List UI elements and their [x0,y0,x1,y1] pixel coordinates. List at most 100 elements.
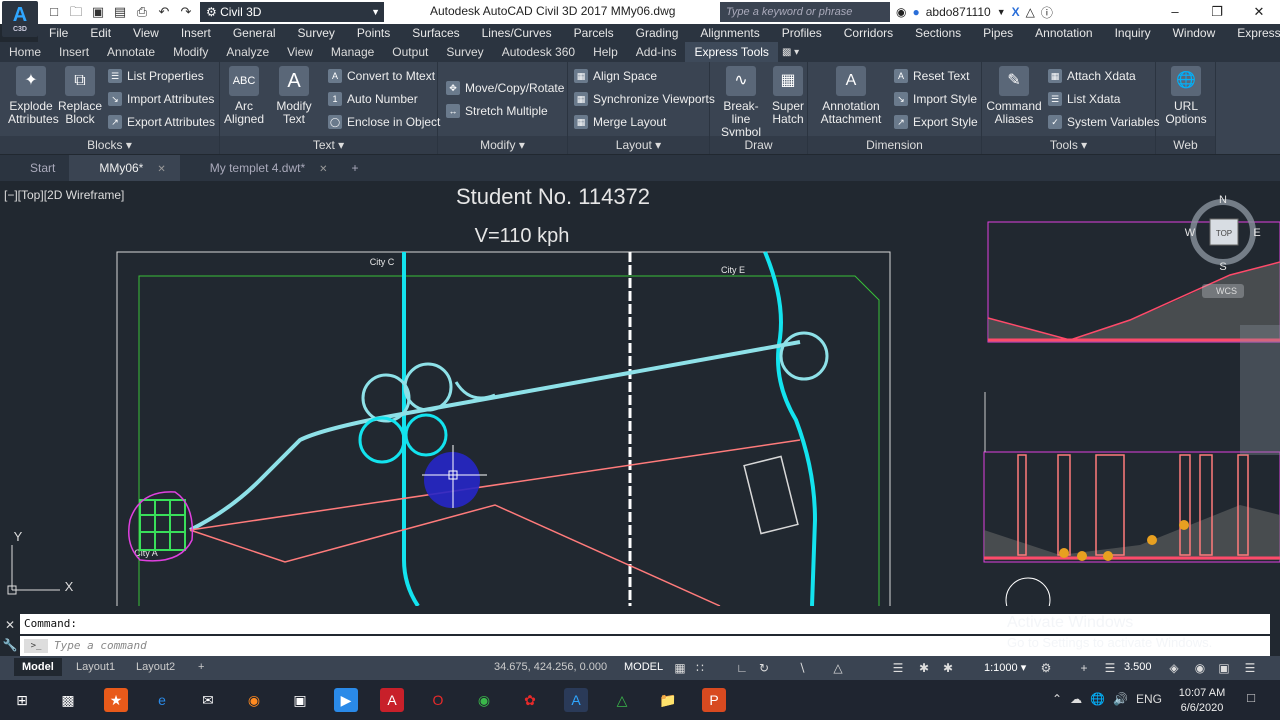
panel-title-dimension[interactable]: Dimension [808,136,981,154]
layout-tab-model[interactable]: Model [14,658,62,676]
settings-gear-icon[interactable]: ⚙ [1038,660,1054,676]
menu-lines-curves[interactable]: Lines/Curves [471,24,563,42]
chrome-icon[interactable]: ◉ [472,688,496,712]
app-icon-orange[interactable]: ★ [104,688,128,712]
system-variables-button[interactable]: ✓ System Variables [1048,112,1159,132]
lineweight-icon[interactable]: ☰ [890,660,906,676]
clean-screen-icon[interactable]: ▣ [1216,660,1232,676]
grid-icon[interactable]: ▦ [672,660,688,676]
menu-grading[interactable]: Grading [625,24,690,42]
arc-aligned-button[interactable]: ABC Arc Aligned [224,66,264,126]
menu-file[interactable]: File [38,24,79,42]
language-indicator[interactable]: ENG [1136,692,1162,706]
ortho-icon[interactable]: ∟ [734,660,750,676]
add-layout-plus-icon[interactable]: + [190,658,212,676]
volume-icon[interactable]: 🔊 [1113,692,1128,706]
export-style-button[interactable]: ↗ Export Style [894,112,978,132]
panel-title-web[interactable]: Web [1156,136,1215,154]
layout-tab-layout2[interactable]: Layout2 [128,658,183,676]
menu-profiles[interactable]: Profiles [771,24,833,42]
annotation-scale[interactable]: 1:1000 ▾ [984,661,1026,674]
hardware-accel-icon[interactable]: ◉ [1192,660,1208,676]
menu-general[interactable]: General [222,24,287,42]
panel-title-blocks[interactable]: Blocks ▾ [0,136,219,154]
close-icon[interactable]: ✕ [157,164,165,175]
tab-insert[interactable]: Insert [50,42,98,62]
user-account[interactable]: ◉ ● abdo871110 ▼ X △ ⓘ [896,2,1053,22]
merge-layout-button[interactable]: ▦ Merge Layout [574,112,666,132]
coordinate-readout[interactable]: 34.675, 424.256, 0.000 [494,661,607,673]
ribbon-toggle-icon[interactable]: ▩ ▾ [782,47,799,58]
auto-number-button[interactable]: 1 Auto Number [328,89,418,109]
civil3d-taskbar-icon[interactable]: A [564,688,588,712]
layers-icon[interactable]: ☰ [1102,660,1118,676]
open-folder-icon[interactable]: 🗀 [68,4,84,20]
app-logo-icon[interactable]: A C3D [2,1,38,37]
menu-pipes[interactable]: Pipes [972,24,1024,42]
attach-xdata-button[interactable]: ▦ Attach Xdata [1048,66,1136,86]
store-icon[interactable]: ▣ [288,688,312,712]
cloud-icon[interactable]: ☁ [1070,692,1082,706]
tab-home[interactable]: Home [0,42,50,62]
notification-icon[interactable]: □ [1242,690,1260,708]
lineweight-value[interactable]: 3.500 [1124,661,1152,673]
menu-annotation[interactable]: Annotation [1024,24,1103,42]
menu-edit[interactable]: Edit [79,24,122,42]
menu-parcels[interactable]: Parcels [563,24,625,42]
print-icon[interactable]: ⎙ [134,4,150,20]
import-attributes-button[interactable]: ↘ Import Attributes [108,89,214,109]
menu-sections[interactable]: Sections [904,24,972,42]
zoom-icon[interactable]: ▶ [334,688,358,712]
doc-tab-my-templet[interactable]: My templet 4.dwt* ✕ [180,155,342,181]
minimize-icon[interactable]: – [1154,0,1196,24]
close-icon[interactable]: ✕ [1238,0,1280,24]
panel-title-tools[interactable]: Tools ▾ [982,136,1155,154]
menu-inquiry[interactable]: Inquiry [1104,24,1162,42]
task-view-icon[interactable]: ▩ [56,688,80,712]
tab-express-tools[interactable]: Express Tools [685,42,778,62]
explode-attributes-button[interactable]: ✦ Explode Attributes [8,66,59,126]
edge-browser-icon[interactable]: e [150,688,174,712]
replace-block-button[interactable]: ⧉ Replace Block [58,66,102,126]
tab-output[interactable]: Output [383,42,437,62]
menu-express[interactable]: Express [1226,24,1280,42]
command-prompt-icon[interactable]: >_ [24,639,48,653]
binoculars-icon[interactable]: ◉ [896,5,906,19]
taskbar-clock[interactable]: 10:07 AM 6/6/2020 [1176,686,1228,716]
super-hatch-button[interactable]: ▦ Super Hatch [770,66,806,126]
save-as-icon[interactable]: ▤ [112,4,128,20]
export-attributes-button[interactable]: ↗ Export Attributes [108,112,215,132]
file-explorer-icon[interactable]: 📁 [656,688,680,712]
menu-alignments[interactable]: Alignments [689,24,770,42]
menu-corridors[interactable]: Corridors [833,24,904,42]
stretch-multiple-button[interactable]: ↔ Stretch Multiple [446,101,548,121]
panel-title-text[interactable]: Text ▾ [220,136,437,154]
annotation-attachment-button[interactable]: A Annotation Attachment [816,66,886,126]
polar-icon[interactable]: ↻ [756,660,772,676]
doc-tab-mmy06[interactable]: MMy06* ✕ [69,155,180,181]
drawing-canvas[interactable]: [−][Top][2D Wireframe] Student No. 11437… [0,181,1280,606]
menu-window[interactable]: Window [1162,24,1227,42]
maximize-icon[interactable]: ❐ [1196,0,1238,24]
command-aliases-button[interactable]: ✎ Command Aliases [984,66,1044,126]
app-icon-red[interactable]: ✿ [518,688,542,712]
panel-title-draw[interactable]: Draw [710,136,807,154]
synchronize-viewports-button[interactable]: ▦ Synchronize Viewports [574,89,715,109]
menu-surfaces[interactable]: Surfaces [401,24,470,42]
menu-insert[interactable]: Insert [170,24,222,42]
new-file-icon[interactable]: □ [46,4,62,20]
powerpoint-icon[interactable]: P [702,688,726,712]
panel-title-modify[interactable]: Modify ▾ [438,136,567,154]
menu-survey[interactable]: Survey [287,24,346,42]
undo-icon[interactable]: ↶ [156,4,172,20]
opera-icon[interactable]: O [426,688,450,712]
redo-icon[interactable]: ↷ [178,4,194,20]
tab-annotate[interactable]: Annotate [98,42,164,62]
network-icon[interactable]: 🌐 [1090,692,1105,706]
save-icon[interactable]: ▣ [90,4,106,20]
exchange-icon[interactable]: X [1012,5,1020,19]
windows-start-icon[interactable]: ⊞ [10,688,34,712]
tab-analyze[interactable]: Analyze [217,42,278,62]
add-plus-icon[interactable]: + [1076,660,1092,676]
reset-text-button[interactable]: A Reset Text [894,66,969,86]
